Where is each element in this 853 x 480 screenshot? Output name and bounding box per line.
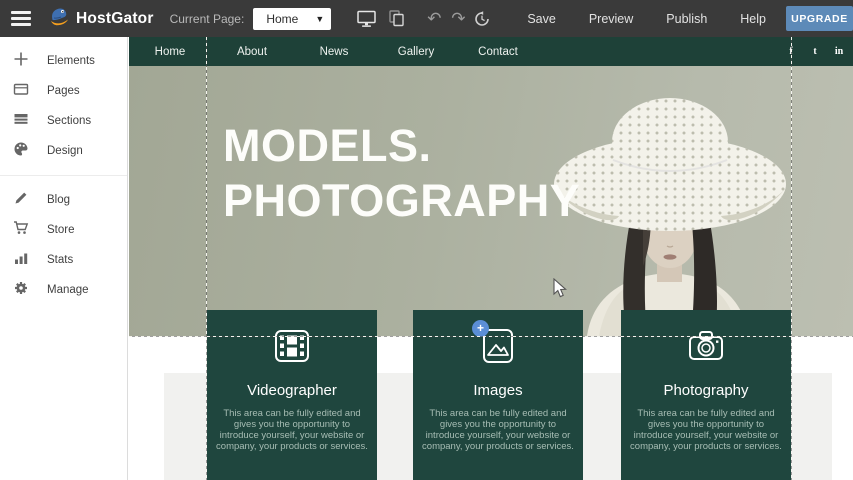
sidebar-item-label: Design: [47, 145, 83, 157]
site-nav-contact[interactable]: Contact: [457, 46, 539, 58]
history-icon[interactable]: [470, 7, 494, 31]
hostgator-logo: HostGator: [48, 5, 154, 32]
sidebar-item-elements[interactable]: Elements: [0, 46, 127, 76]
camera-icon: [687, 327, 725, 365]
editor-sidebar: Elements Pages Sections Design Blog Stor…: [0, 37, 128, 480]
card-body-text[interactable]: This area can be fully edited and gives …: [422, 408, 574, 452]
sidebar-item-pages[interactable]: Pages: [0, 76, 127, 106]
sidebar-item-store[interactable]: Store: [0, 215, 127, 245]
social-links: f t in: [786, 37, 848, 66]
linkedin-icon[interactable]: in: [834, 46, 844, 57]
twitter-icon[interactable]: t: [810, 46, 820, 57]
hero-title[interactable]: MODELS. PHOTOGRAPHY: [223, 118, 580, 228]
palette-icon: [13, 141, 29, 162]
sidebar-item-design[interactable]: Design: [0, 136, 127, 166]
hero-section[interactable]: MODELS. PHOTOGRAPHY: [129, 66, 853, 336]
sections-icon: [13, 111, 29, 132]
preview-button[interactable]: Preview: [589, 12, 633, 26]
editor-topbar: HostGator Current Page: Home ▼ ↶ ↷ Save …: [0, 0, 853, 37]
mouse-cursor: [553, 278, 568, 304]
page-select-value: Home: [266, 12, 315, 26]
site-nav-home[interactable]: Home: [129, 46, 211, 58]
card-title[interactable]: Photography: [621, 382, 791, 399]
section-guide-left: [206, 37, 207, 480]
sidebar-item-label: Stats: [47, 254, 73, 266]
sidebar-item-blog[interactable]: Blog: [0, 185, 127, 215]
gear-icon: [13, 280, 29, 301]
cart-icon: [13, 220, 29, 241]
sidebar-item-label: Blog: [47, 194, 70, 206]
card-title[interactable]: Images: [413, 382, 583, 399]
undo-icon[interactable]: ↶: [422, 7, 446, 31]
help-button[interactable]: Help: [740, 12, 766, 26]
sidebar-item-label: Elements: [47, 55, 95, 67]
site-nav-gallery[interactable]: Gallery: [375, 46, 457, 58]
sidebar-item-label: Store: [47, 224, 75, 236]
site-nav-about[interactable]: About: [211, 46, 293, 58]
film-icon: [273, 327, 311, 365]
pages-icon: [13, 81, 29, 102]
page-select-dropdown[interactable]: Home ▼: [253, 8, 331, 30]
section-guide-right: [791, 37, 792, 480]
sidebar-divider: [0, 175, 127, 176]
desktop-preview-icon[interactable]: [354, 7, 378, 31]
hamburger-menu-icon[interactable]: [11, 11, 33, 26]
site-navbar: Home About News Gallery Contact f t in: [129, 37, 853, 66]
image-icon: +: [479, 327, 517, 365]
mobile-preview-icon[interactable]: [384, 7, 408, 31]
topbar-tools: ↶ ↷ Save Preview Publish Help UPGRADE: [354, 6, 853, 31]
chevron-down-icon: ▼: [315, 14, 324, 24]
current-page-label: Current Page:: [170, 12, 245, 26]
hero-title-line1: MODELS.: [223, 118, 580, 173]
section-guide-bottom[interactable]: [129, 336, 853, 337]
site-nav-news[interactable]: News: [293, 46, 375, 58]
sidebar-item-label: Pages: [47, 85, 80, 97]
sidebar-item-stats[interactable]: Stats: [0, 245, 127, 275]
save-button[interactable]: Save: [527, 12, 556, 26]
add-image-badge[interactable]: +: [472, 320, 489, 337]
site-preview-canvas: Home About News Gallery Contact f t in: [129, 37, 853, 480]
sidebar-item-label: Sections: [47, 115, 91, 127]
sidebar-item-manage[interactable]: Manage: [0, 275, 127, 305]
bar-chart-icon: [13, 250, 29, 271]
pencil-icon: [13, 190, 29, 211]
upgrade-button[interactable]: UPGRADE: [786, 6, 853, 31]
sidebar-item-label: Manage: [47, 284, 89, 296]
publish-button[interactable]: Publish: [666, 12, 707, 26]
hero-title-line2: PHOTOGRAPHY: [223, 173, 580, 228]
card-body-text[interactable]: This area can be fully edited and gives …: [630, 408, 782, 452]
sidebar-item-sections[interactable]: Sections: [0, 106, 127, 136]
logo-text: HostGator: [76, 10, 154, 28]
redo-icon[interactable]: ↷: [446, 7, 470, 31]
hostgator-gator-icon: [48, 5, 71, 32]
card-title[interactable]: Videographer: [207, 382, 377, 399]
card-body-text[interactable]: This area can be fully edited and gives …: [216, 408, 368, 452]
plus-icon: [13, 51, 29, 72]
